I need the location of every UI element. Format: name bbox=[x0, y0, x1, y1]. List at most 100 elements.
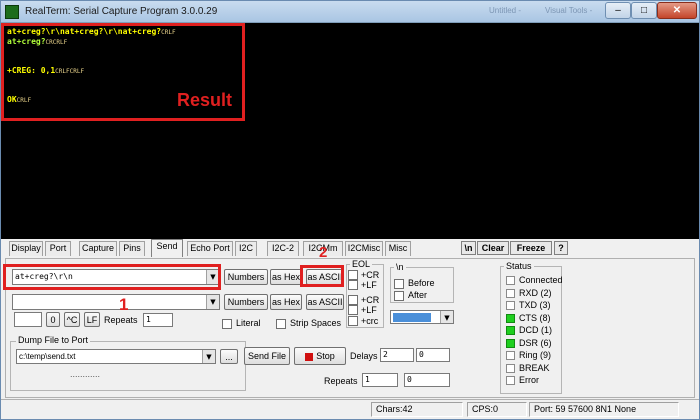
browse-button[interactable]: ... bbox=[220, 349, 238, 364]
status-bar: Chars:42 CPS:0 Port: 59 57600 8N1 None bbox=[1, 399, 699, 419]
eol-crc-label: +crc bbox=[361, 316, 379, 326]
chars-count: Chars:42 bbox=[371, 402, 463, 417]
tab-i2c-2[interactable]: I2C-2 bbox=[267, 241, 299, 256]
status-led-label: BREAK bbox=[519, 362, 550, 373]
repeats-file-spinner-2[interactable]: 0 bbox=[404, 373, 450, 387]
send-ctrl-c-button[interactable]: ^C bbox=[64, 312, 80, 327]
realterm-window: RealTerm: Serial Capture Program 3.0.0.2… bbox=[0, 0, 700, 420]
eol-lf-checkbox-1[interactable] bbox=[348, 280, 358, 290]
status-led bbox=[506, 276, 515, 285]
status-led bbox=[506, 326, 515, 335]
eol-cr-label-2: +CR bbox=[361, 295, 380, 305]
repeats-file-value-2: 0 bbox=[407, 375, 412, 384]
repeats-file-value-1: 1 bbox=[365, 375, 370, 384]
status-led-label: CTS (8) bbox=[519, 312, 551, 323]
repeats-file-label: Repeats bbox=[324, 376, 358, 386]
status-led bbox=[506, 351, 515, 360]
maximize-button[interactable]: □ bbox=[631, 2, 657, 19]
window-title: RealTerm: Serial Capture Program 3.0.0.2… bbox=[25, 6, 218, 17]
literal-label: Literal bbox=[236, 318, 261, 328]
numbers-button-1[interactable]: Numbers bbox=[224, 269, 268, 285]
tab-echo-port[interactable]: Echo Port bbox=[187, 241, 233, 256]
status-led-label: Connected bbox=[519, 275, 563, 285]
eol-cr-checkbox-1[interactable] bbox=[348, 270, 358, 280]
port-info: Port: 59 57600 8N1 None bbox=[529, 402, 679, 417]
title-bar[interactable]: RealTerm: Serial Capture Program 3.0.0.2… bbox=[1, 1, 699, 23]
newline-button[interactable]: \n bbox=[461, 241, 476, 255]
dump-progress: ............ bbox=[70, 369, 101, 379]
literal-checkbox[interactable] bbox=[222, 319, 232, 329]
selected-option-highlight bbox=[393, 313, 431, 322]
status-led bbox=[506, 376, 515, 385]
status-led-label: Ring (9) bbox=[519, 350, 552, 360]
eol-title: EOL bbox=[350, 259, 373, 269]
numbers-button-2[interactable]: Numbers bbox=[224, 294, 268, 310]
eol-lf-label-1: +LF bbox=[361, 280, 377, 290]
status-led-label: Error bbox=[519, 375, 539, 385]
eol-lf-label-2: +LF bbox=[361, 305, 377, 315]
tab-capture[interactable]: Capture bbox=[79, 241, 117, 256]
send-file-button[interactable]: Send File bbox=[244, 347, 290, 365]
eol-cr-checkbox-2[interactable] bbox=[348, 295, 358, 305]
status-led-label: DSR (6) bbox=[519, 337, 552, 348]
result-annotation: Result bbox=[177, 90, 233, 110]
clear-button[interactable]: Clear bbox=[477, 241, 509, 255]
after-checkbox[interactable] bbox=[394, 291, 404, 301]
tab-i2c[interactable]: I2C bbox=[235, 241, 257, 256]
before-checkbox[interactable] bbox=[394, 279, 404, 289]
chevron-down-icon[interactable]: ▼ bbox=[440, 311, 453, 323]
after-label: After bbox=[408, 290, 428, 300]
status-led bbox=[506, 338, 515, 348]
send-as-hex-button-1[interactable]: as Hex bbox=[270, 269, 302, 285]
send-lf-button[interactable]: LF bbox=[84, 312, 100, 327]
status-led bbox=[506, 301, 515, 310]
tab-pins[interactable]: Pins bbox=[119, 241, 145, 256]
status-led-label: TXD (3) bbox=[519, 300, 551, 310]
background-window-title-2: Visual Tools - bbox=[545, 6, 593, 15]
chevron-down-icon[interactable]: ▼ bbox=[202, 350, 215, 363]
tab-send[interactable]: Send bbox=[151, 239, 183, 257]
tab-i2c-misc[interactable]: I2CMisc bbox=[345, 241, 383, 256]
terminal-display[interactable]: at+creg?\r\nat+creg?\r\nat+creg?CRLF at+… bbox=[1, 23, 699, 239]
freeze-button[interactable]: Freeze bbox=[510, 241, 552, 255]
send-as-hex-button-2[interactable]: as Hex bbox=[270, 294, 302, 310]
annotation-two: 2 bbox=[319, 244, 328, 261]
cps-count: CPS:0 bbox=[467, 402, 527, 417]
dump-file-path-combo[interactable]: c:\temp\send.txt ▼ bbox=[16, 349, 216, 364]
eol-crc-checkbox[interactable] bbox=[348, 316, 358, 326]
status-led-label: DCD (1) bbox=[519, 325, 552, 335]
eol-lf-checkbox-2[interactable] bbox=[348, 305, 358, 315]
delay-value-2: 0 bbox=[419, 350, 424, 359]
minimize-button[interactable]: – bbox=[605, 2, 631, 19]
tab-port[interactable]: Port bbox=[45, 241, 71, 256]
eol-cr-label-1: +CR bbox=[361, 270, 380, 280]
repeats-value: 1 bbox=[146, 315, 151, 324]
send-zero-button[interactable]: 0 bbox=[46, 312, 60, 327]
chevron-down-icon[interactable]: ▼ bbox=[206, 295, 219, 309]
app-icon bbox=[5, 5, 19, 19]
repeats-label: Repeats bbox=[104, 315, 138, 325]
strip-spaces-label: Strip Spaces bbox=[290, 318, 342, 328]
stop-button[interactable]: Stop bbox=[294, 347, 346, 365]
tab-misc[interactable]: Misc bbox=[385, 241, 411, 256]
help-button[interactable]: ? bbox=[554, 241, 568, 255]
dump-file-title: Dump File to Port bbox=[16, 335, 91, 345]
send-line-2-combo[interactable]: ▼ bbox=[12, 294, 220, 310]
status-led bbox=[506, 313, 515, 323]
tab-strip: Display Port Capture Pins Send Echo Port… bbox=[1, 239, 699, 257]
send-number-input[interactable] bbox=[14, 312, 42, 327]
eol-mode-combo[interactable]: ▼ bbox=[390, 310, 454, 324]
repeats-file-spinner-1[interactable]: 1 bbox=[362, 373, 398, 387]
tab-display[interactable]: Display bbox=[9, 241, 43, 256]
delay-spinner-1[interactable]: 2 bbox=[380, 348, 414, 362]
repeats-spinner[interactable]: 1 bbox=[143, 313, 173, 327]
close-button[interactable]: ✕ bbox=[657, 2, 697, 19]
stop-label: Stop bbox=[316, 351, 335, 361]
status-title: Status bbox=[504, 261, 534, 271]
delay-spinner-2[interactable]: 0 bbox=[416, 348, 450, 362]
newline-group-title: \n bbox=[394, 262, 406, 272]
dump-file-path: c:\temp\send.txt bbox=[19, 352, 76, 361]
send-as-ascii-button-2[interactable]: as ASCII bbox=[306, 294, 344, 310]
strip-spaces-checkbox[interactable] bbox=[276, 319, 286, 329]
delays-label: Delays bbox=[350, 351, 378, 361]
